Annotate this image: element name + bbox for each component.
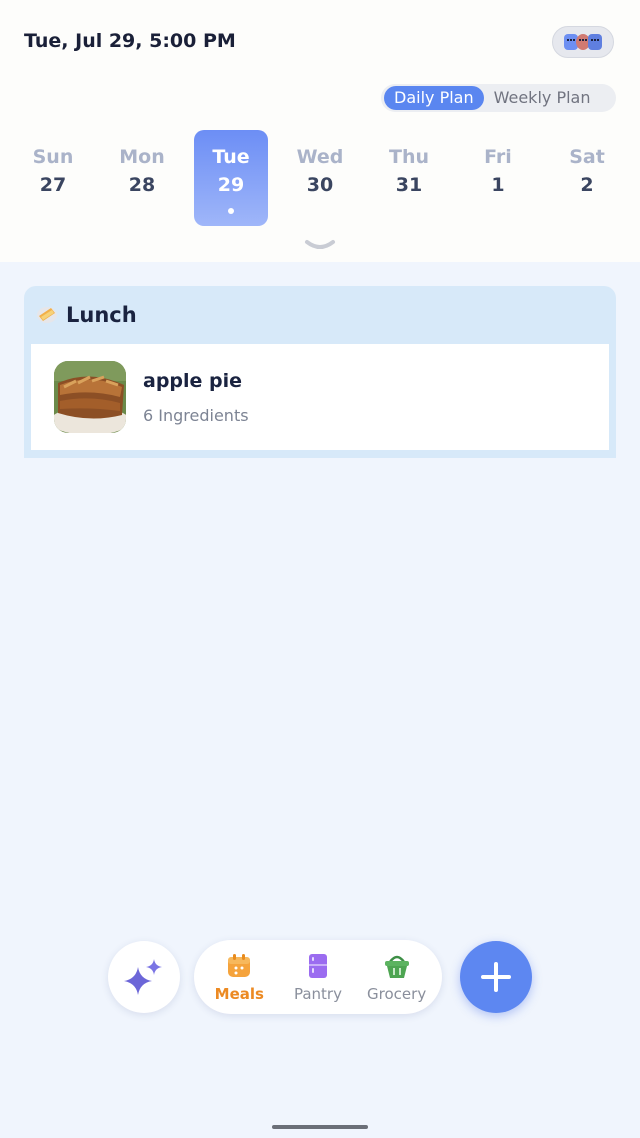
day-number: 31 [395, 174, 423, 196]
tab-label: Meals [214, 984, 264, 1003]
add-meal-button[interactable] [460, 941, 532, 1013]
day-sat[interactable]: Sat 2 [550, 130, 624, 226]
week-day-selector: Sun 27 Mon 28 Tue 29 Wed 30 Thu 31 Fri 1… [16, 130, 624, 226]
recipe-name: apple pie [143, 370, 243, 392]
day-name: Sun [32, 146, 74, 168]
day-name: Thu [388, 146, 429, 168]
home-indicator[interactable] [272, 1125, 368, 1129]
day-name: Sat [569, 146, 605, 168]
meal-section-header[interactable]: Lunch [36, 300, 137, 330]
day-number: 29 [217, 174, 245, 196]
day-name: Wed [296, 146, 344, 168]
has-meals-dot [228, 208, 234, 214]
header: Tue, Jul 29, 5:00 PM Daily Plan Weekly P… [0, 0, 640, 262]
bottom-tab-bar: Meals Pantry Grocery [194, 940, 442, 1014]
day-wed[interactable]: Wed 30 [283, 130, 357, 226]
sparkle-icon [124, 959, 162, 995]
tab-label: Grocery [367, 984, 427, 1003]
basket-icon [384, 955, 409, 978]
day-number: 28 [128, 174, 156, 196]
day-sun[interactable]: Sun 27 [16, 130, 90, 226]
tab-grocery[interactable]: Grocery [361, 952, 433, 1003]
day-name: Mon [119, 146, 165, 168]
meal-section-title: Lunch [66, 303, 137, 327]
calendar-icon [228, 953, 251, 977]
sandwich-icon [37, 307, 57, 323]
avatar [588, 34, 602, 50]
ingredient-count: 6 Ingredients [143, 406, 249, 425]
tab-meals[interactable]: Meals [203, 952, 275, 1003]
plus-icon [481, 962, 511, 992]
day-name: Tue [212, 146, 250, 168]
day-mon[interactable]: Mon 28 [105, 130, 179, 226]
tab-label: Pantry [293, 984, 342, 1003]
day-tue-selected[interactable]: Tue 29 [194, 130, 268, 226]
current-datetime: Tue, Jul 29, 5:00 PM [24, 30, 236, 52]
day-fri[interactable]: Fri 1 [461, 130, 535, 226]
day-number: 2 [580, 174, 594, 196]
fridge-icon [308, 953, 327, 978]
recipe-thumbnail [54, 361, 126, 433]
day-number: 1 [491, 174, 505, 196]
day-thu[interactable]: Thu 31 [372, 130, 446, 226]
plan-toggle: Daily Plan Weekly Plan [381, 84, 616, 112]
meal-item[interactable]: apple pie 6 Ingredients [31, 344, 609, 450]
day-number: 27 [39, 174, 67, 196]
chevron-down-icon[interactable] [304, 238, 336, 252]
meal-section-lunch: Lunch apple pie 6 Ingredients [24, 286, 616, 458]
daily-plan-button[interactable]: Daily Plan [384, 86, 484, 110]
household-avatars[interactable] [552, 26, 614, 58]
day-name: Fri [484, 146, 512, 168]
day-number: 30 [306, 174, 334, 196]
weekly-plan-button[interactable]: Weekly Plan [484, 86, 601, 110]
tab-pantry[interactable]: Pantry [282, 952, 354, 1003]
ai-sparkle-button[interactable] [108, 941, 180, 1013]
